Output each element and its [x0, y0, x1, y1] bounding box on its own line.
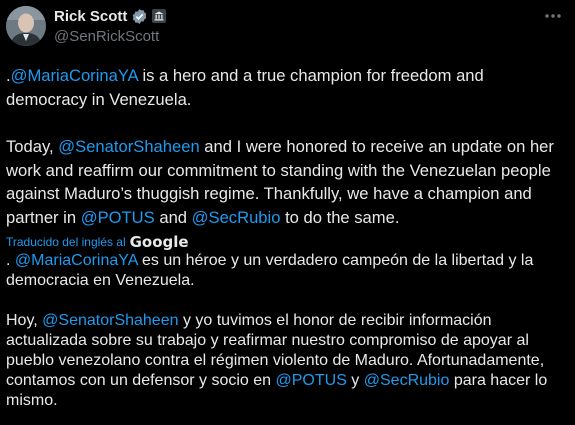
tweet-body: .@MariaCorinaYA is a hero and a true cha…	[6, 64, 568, 411]
mention-link[interactable]: @SenatorShaheen	[58, 137, 199, 156]
mention-link[interactable]: @SenatorShaheen	[42, 312, 178, 329]
author-handle[interactable]: @SenRickScott	[54, 28, 166, 45]
translated-paragraph-1: . @MariaCorinaYA es un héroe y un verdad…	[6, 252, 534, 289]
translation-label: Traducido del inglés al	[6, 235, 126, 249]
mention-link[interactable]: @SecRubio	[192, 208, 281, 227]
tweet-paragraph-1: .@MariaCorinaYA is a hero and a true cha…	[6, 66, 484, 109]
tweet-paragraph-2: Today, @SenatorShaheen and I were honore…	[6, 137, 554, 227]
avatar[interactable]	[6, 6, 46, 46]
translation-attribution[interactable]: Traducido del inglés al Google	[6, 233, 568, 251]
mention-link[interactable]: @POTUS	[81, 208, 155, 227]
author-name[interactable]: Rick Scott	[54, 8, 127, 25]
verified-badge-icon	[133, 8, 147, 24]
government-building-icon	[152, 9, 167, 23]
more-options-icon[interactable]	[543, 6, 563, 31]
avatar-image	[6, 6, 46, 46]
mention-link[interactable]: @POTUS	[276, 372, 347, 389]
google-logo: Google	[129, 233, 189, 251]
tweet-header: Rick Scott @SenRickScott	[54, 6, 167, 45]
translated-paragraph-2: Hoy, @SenatorShaheen y yo tuvimos el hon…	[6, 312, 548, 409]
mention-link[interactable]: @SecRubio	[364, 372, 450, 389]
mention-link[interactable]: @MariaCorinaYA	[11, 66, 138, 85]
mention-link[interactable]: @MariaCorinaYA	[15, 252, 138, 269]
